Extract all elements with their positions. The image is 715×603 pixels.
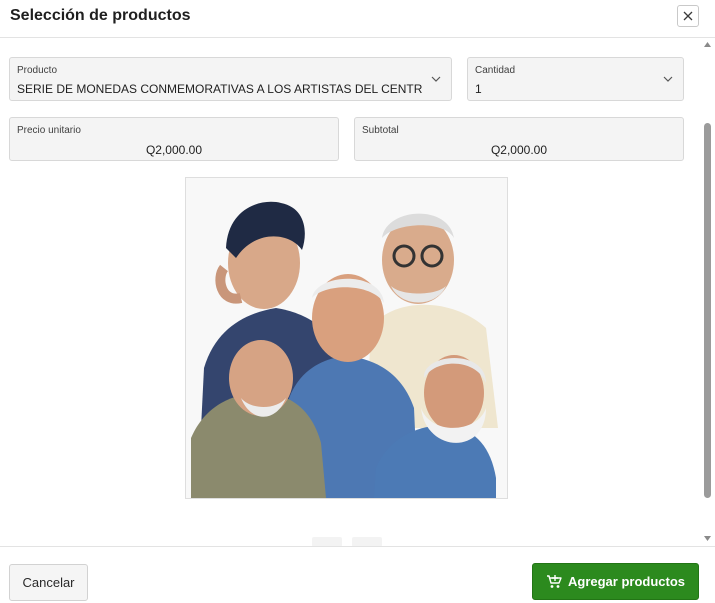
- dialog-footer: Cancelar Agregar productos: [0, 546, 715, 603]
- scroll-up-arrow-icon[interactable]: [704, 42, 711, 47]
- product-select[interactable]: Producto SERIE DE MONEDAS CONMEMORATIVAS…: [9, 57, 452, 101]
- cart-plus-icon: [546, 575, 562, 588]
- product-image: [185, 177, 508, 499]
- close-icon: [683, 11, 693, 21]
- product-value: SERIE DE MONEDAS CONMEMORATIVAS A LOS AR…: [17, 82, 422, 96]
- dialog-header: Selección de productos: [0, 0, 715, 38]
- close-button[interactable]: [677, 5, 699, 27]
- unit-price-field: Precio unitario Q2,000.00: [9, 117, 339, 161]
- subtotal-field: Subtotal Q2,000.00: [354, 117, 684, 161]
- scrollbar-thumb[interactable]: [704, 123, 711, 498]
- quantity-label: Cantidad: [475, 65, 516, 76]
- add-products-button[interactable]: Agregar productos: [532, 563, 699, 600]
- cancel-button[interactable]: Cancelar: [9, 564, 88, 601]
- vertical-scrollbar[interactable]: [701, 40, 714, 543]
- subtotal-label: Subtotal: [362, 125, 399, 136]
- unit-price-label: Precio unitario: [17, 125, 81, 136]
- chevron-down-icon: [431, 76, 441, 82]
- product-selection-dialog: Selección de productos Producto SERIE DE…: [0, 0, 715, 603]
- scroll-down-arrow-icon[interactable]: [704, 536, 711, 541]
- artists-portrait-illustration: [186, 178, 507, 498]
- add-products-label: Agregar productos: [567, 574, 685, 589]
- subtotal-value: Q2,000.00: [490, 143, 548, 157]
- unit-price-value: Q2,000.00: [145, 143, 203, 157]
- quantity-value: 1: [475, 82, 482, 96]
- quantity-select[interactable]: Cantidad 1: [467, 57, 684, 101]
- product-label: Producto: [17, 65, 58, 76]
- dialog-title: Selección de productos: [10, 7, 191, 24]
- chevron-down-icon: [663, 76, 673, 82]
